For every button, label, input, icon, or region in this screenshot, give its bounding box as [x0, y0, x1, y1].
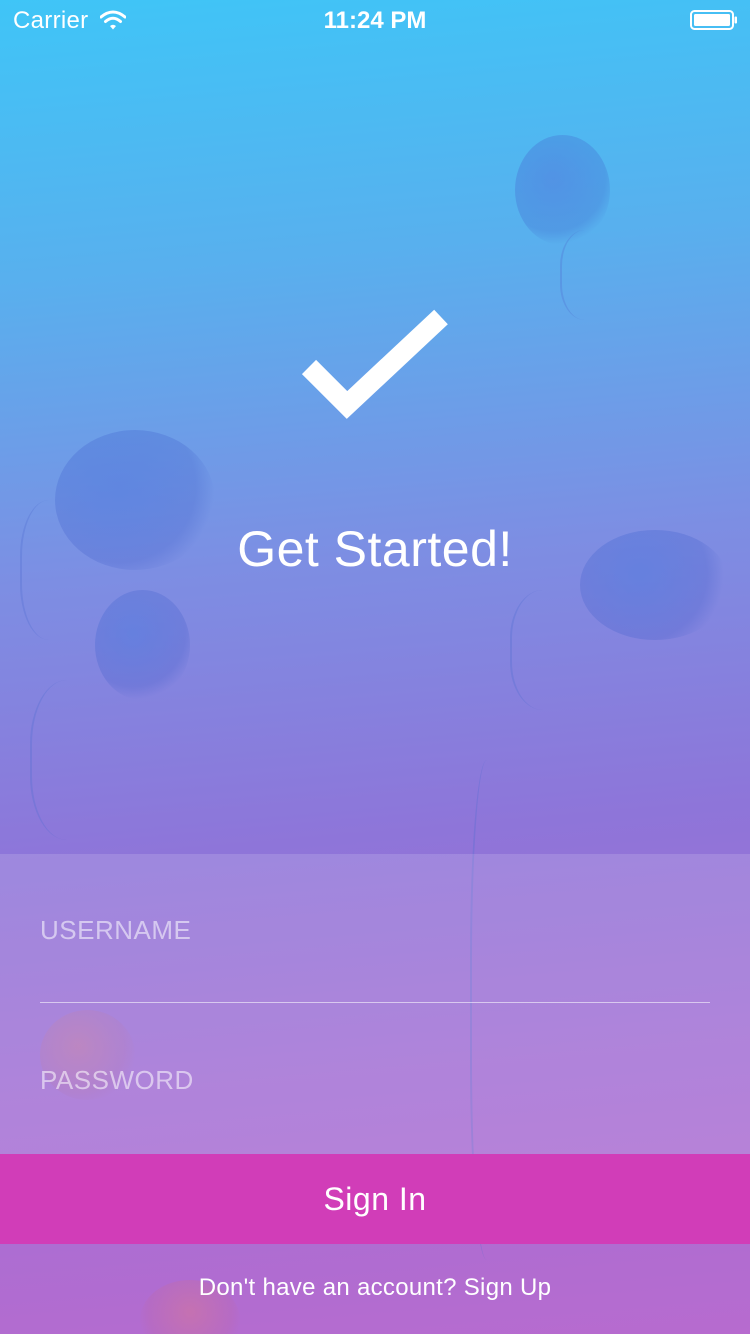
password-input[interactable]: [40, 1050, 710, 1110]
login-screen: Carrier 11:24 PM Get Started! Sign In Do…: [0, 0, 750, 1334]
login-form: [0, 854, 750, 1154]
battery-icon: [690, 10, 737, 30]
username-input[interactable]: [40, 900, 710, 960]
page-title: Get Started!: [237, 521, 513, 577]
status-time: 11:24 PM: [323, 7, 427, 34]
jellyfish-decoration: [510, 590, 592, 710]
jellyfish-decoration: [560, 230, 622, 320]
jellyfish-decoration: [515, 135, 610, 245]
jellyfish-decoration: [95, 590, 190, 700]
sign-up-prompt-text: Don't have an account?: [198, 1274, 457, 1301]
sign-in-button[interactable]: Sign In: [0, 1154, 750, 1244]
sign-up-prompt: Don't have an account? Sign Up: [0, 1274, 750, 1302]
field-divider: [40, 1002, 710, 1003]
username-field-wrapper: [40, 900, 710, 960]
jellyfish-decoration: [30, 680, 122, 840]
sign-up-link[interactable]: Sign Up: [464, 1274, 551, 1301]
status-bar: Carrier 11:24 PM: [0, 0, 750, 40]
checkmark-icon: [301, 309, 448, 419]
password-field-wrapper: [40, 1050, 710, 1110]
